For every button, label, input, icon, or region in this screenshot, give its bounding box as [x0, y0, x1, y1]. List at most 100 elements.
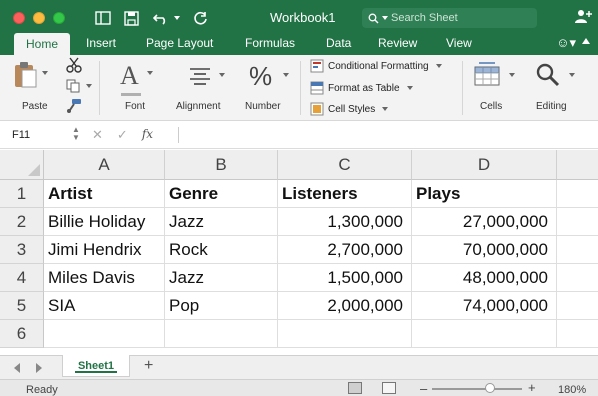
save-icon[interactable] [121, 8, 141, 28]
column-header-next[interactable] [557, 150, 598, 180]
cell-b5[interactable]: Pop [165, 292, 278, 320]
zoom-slider[interactable] [432, 388, 522, 390]
zoom-slider-handle[interactable] [485, 383, 495, 393]
cell-a2[interactable]: Billie Holiday [44, 208, 165, 236]
add-sheet-button[interactable]: + [144, 357, 153, 375]
clipboard-tools [62, 55, 96, 121]
formula-input[interactable] [186, 127, 586, 143]
row-header-1[interactable]: 1 [0, 180, 44, 208]
cell-e2[interactable] [557, 208, 598, 236]
minimize-window-button[interactable] [33, 12, 45, 24]
name-box-stepper-icon[interactable]: ▲ ▼ [72, 126, 80, 142]
previous-sheet-icon[interactable] [14, 363, 20, 373]
cell-d2[interactable]: 27,000,000 [412, 208, 557, 236]
cell-e4[interactable] [557, 264, 598, 292]
cell-d6[interactable] [412, 320, 557, 348]
zoom-out-button[interactable]: – [420, 381, 427, 396]
tab-view[interactable]: View [446, 36, 472, 50]
cell-d5[interactable]: 74,000,000 [412, 292, 557, 320]
tab-review[interactable]: Review [378, 36, 417, 50]
cell-b3[interactable]: Rock [165, 236, 278, 264]
row-header-2[interactable]: 2 [0, 208, 44, 236]
cell-c4[interactable]: 1,500,000 [278, 264, 412, 292]
cell-b1[interactable]: Genre [165, 180, 278, 208]
zoom-window-button[interactable] [53, 12, 65, 24]
cut-icon[interactable] [66, 57, 82, 73]
undo-dropdown-icon[interactable] [172, 8, 182, 28]
cell-a4[interactable]: Miles Davis [44, 264, 165, 292]
select-all-corner[interactable] [0, 150, 44, 180]
insert-function-icon[interactable]: fx [142, 127, 153, 143]
row-header-4[interactable]: 4 [0, 264, 44, 292]
conditional-formatting-button[interactable]: Conditional Formatting [310, 59, 442, 73]
cell-a6[interactable] [44, 320, 165, 348]
share-user-icon[interactable] [574, 8, 592, 29]
tab-insert[interactable]: Insert [86, 36, 116, 50]
cell-e1[interactable] [557, 180, 598, 208]
cell-b4[interactable]: Jazz [165, 264, 278, 292]
cell-e3[interactable] [557, 236, 598, 264]
font-group[interactable]: A Font [104, 55, 168, 121]
column-header-a[interactable]: A [44, 150, 165, 180]
copy-icon[interactable] [66, 79, 82, 93]
font-a-icon: A [120, 61, 139, 90]
cell-d1[interactable]: Plays [412, 180, 557, 208]
row-header-3[interactable]: 3 [0, 236, 44, 264]
editing-group[interactable]: Editing [526, 55, 596, 121]
column-header-b[interactable]: B [165, 150, 278, 180]
tab-home[interactable]: Home [14, 33, 70, 55]
close-window-button[interactable] [13, 12, 25, 24]
cell-e6[interactable] [557, 320, 598, 348]
collapse-ribbon-icon[interactable] [582, 38, 590, 44]
cell-b6[interactable] [165, 320, 278, 348]
cell-a3[interactable]: Jimi Hendrix [44, 236, 165, 264]
cell-styles-button[interactable]: Cell Styles [310, 102, 389, 116]
page-layout-view-icon[interactable] [382, 382, 396, 394]
confirm-formula-icon[interactable]: ✓ [117, 127, 128, 143]
sheet-tab-bar: Sheet1 + [0, 355, 598, 379]
undo-icon[interactable] [150, 8, 172, 28]
cell-b2[interactable]: Jazz [165, 208, 278, 236]
row-header-6[interactable]: 6 [0, 320, 44, 348]
cell-d3[interactable]: 70,000,000 [412, 236, 557, 264]
column-header-c[interactable]: C [278, 150, 412, 180]
sidebar-toggle-icon[interactable] [93, 8, 113, 28]
search-sheet-input[interactable]: Search Sheet [362, 8, 537, 28]
cell-c3[interactable]: 2,700,000 [278, 236, 412, 264]
cell-c5[interactable]: 2,000,000 [278, 292, 412, 320]
format-painter-icon[interactable] [66, 99, 82, 113]
cell-a5[interactable]: SIA [44, 292, 165, 320]
sheet-tab-sheet1[interactable]: Sheet1 [62, 355, 130, 377]
alignment-group[interactable]: Alignment [170, 55, 234, 121]
tab-data[interactable]: Data [326, 36, 351, 50]
cell-c6[interactable] [278, 320, 412, 348]
number-group[interactable]: % Number [236, 55, 298, 121]
align-center-icon [190, 68, 210, 85]
conditional-formatting-icon [310, 59, 324, 73]
tab-formulas[interactable]: Formulas [245, 36, 295, 50]
percent-icon: % [249, 61, 273, 91]
cell-d4[interactable]: 48,000,000 [412, 264, 557, 292]
column-header-d[interactable]: D [412, 150, 557, 180]
tab-page-layout[interactable]: Page Layout [146, 36, 213, 50]
cells-group[interactable]: Cells [466, 55, 522, 121]
cell-c1[interactable]: Listeners [278, 180, 412, 208]
next-sheet-icon[interactable] [36, 363, 42, 373]
feedback-smiley-icon[interactable]: ☺▾ [556, 35, 576, 51]
number-label: Number [245, 101, 281, 112]
paste-button[interactable] [12, 61, 48, 94]
cell-c2[interactable]: 1,300,000 [278, 208, 412, 236]
name-box[interactable]: F11 [8, 126, 60, 144]
search-placeholder: Search Sheet [391, 12, 458, 24]
cell-a1[interactable]: Artist [44, 180, 165, 208]
format-as-table-button[interactable]: Format as Table [310, 81, 413, 95]
cancel-formula-icon[interactable]: ✕ [92, 127, 103, 143]
search-icon [368, 13, 379, 23]
zoom-in-button[interactable]: + [528, 380, 536, 395]
cell-e5[interactable] [557, 292, 598, 320]
paste-label: Paste [22, 101, 48, 112]
redo-icon[interactable] [190, 8, 210, 28]
paste-group: Paste [0, 55, 60, 121]
normal-view-icon[interactable] [348, 382, 362, 394]
row-header-5[interactable]: 5 [0, 292, 44, 320]
